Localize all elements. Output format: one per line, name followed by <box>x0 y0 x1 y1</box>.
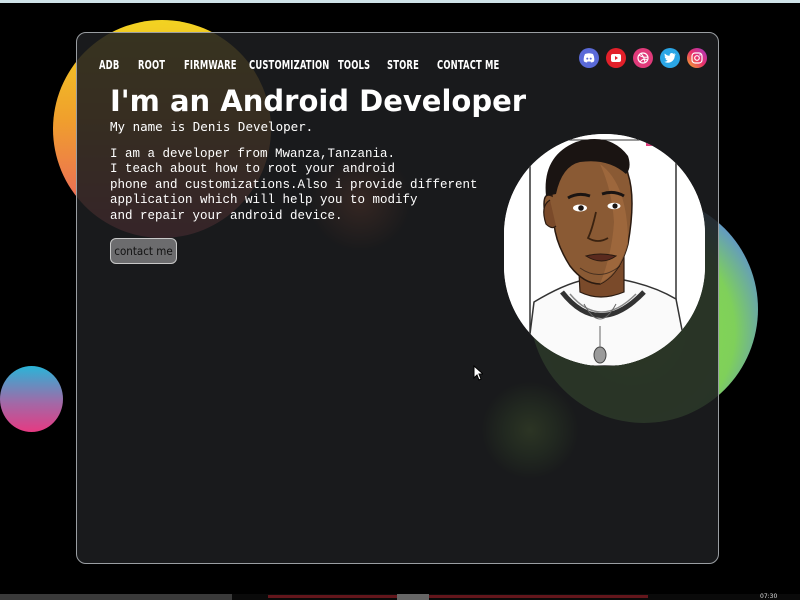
bio-line: and repair your android device. <box>110 208 343 223</box>
taskbar-apps <box>268 595 648 598</box>
dribbble-icon[interactable] <box>633 48 653 68</box>
nav-item-adb[interactable]: ADB <box>99 58 129 72</box>
hero-bio: I am a developer from Mwanza,Tanzania. I… <box>110 147 478 224</box>
taskbar-clock: 07:30 <box>760 593 778 600</box>
nav-item-tools[interactable]: TOOLS <box>338 58 376 72</box>
hero-name-line: My name is Denis Developer. <box>110 119 314 134</box>
hero-title: I'm an Android Developer <box>110 84 527 118</box>
nav-item-firmware[interactable]: FIRMWARE <box>184 58 236 72</box>
instagram-icon[interactable] <box>687 48 707 68</box>
taskbar-app-button[interactable] <box>397 594 429 600</box>
bio-line: phone and customizations.Also i provide … <box>110 177 478 192</box>
twitter-icon[interactable] <box>660 48 680 68</box>
bio-line: I teach about how to root your android <box>110 162 396 177</box>
nav-item-root[interactable]: ROOT <box>138 58 174 72</box>
nav-item-customization[interactable]: CUSTOMIZATION <box>249 58 329 72</box>
mouse-cursor-icon <box>473 365 483 381</box>
social-links <box>579 48 707 68</box>
contact-me-button[interactable]: contact me <box>110 238 177 264</box>
bio-line: I am a developer from Mwanza,Tanzania. <box>110 147 396 161</box>
window-top-strip <box>0 0 800 3</box>
taskbar-search-box[interactable] <box>0 594 232 600</box>
bio-line: application which will help you to modif… <box>110 193 418 208</box>
main-nav: ADB ROOT FIRMWARE CUSTOMIZATION TOOLS ST… <box>99 58 517 72</box>
blue-pink-blob <box>0 366 63 432</box>
portrait-illustration <box>504 134 705 366</box>
youtube-icon[interactable] <box>606 48 626 68</box>
nav-item-store[interactable]: STORE <box>387 58 426 72</box>
developer-portrait <box>504 134 705 366</box>
nav-item-contact-me[interactable]: CONTACT ME <box>437 58 499 72</box>
discord-icon[interactable] <box>579 48 599 68</box>
